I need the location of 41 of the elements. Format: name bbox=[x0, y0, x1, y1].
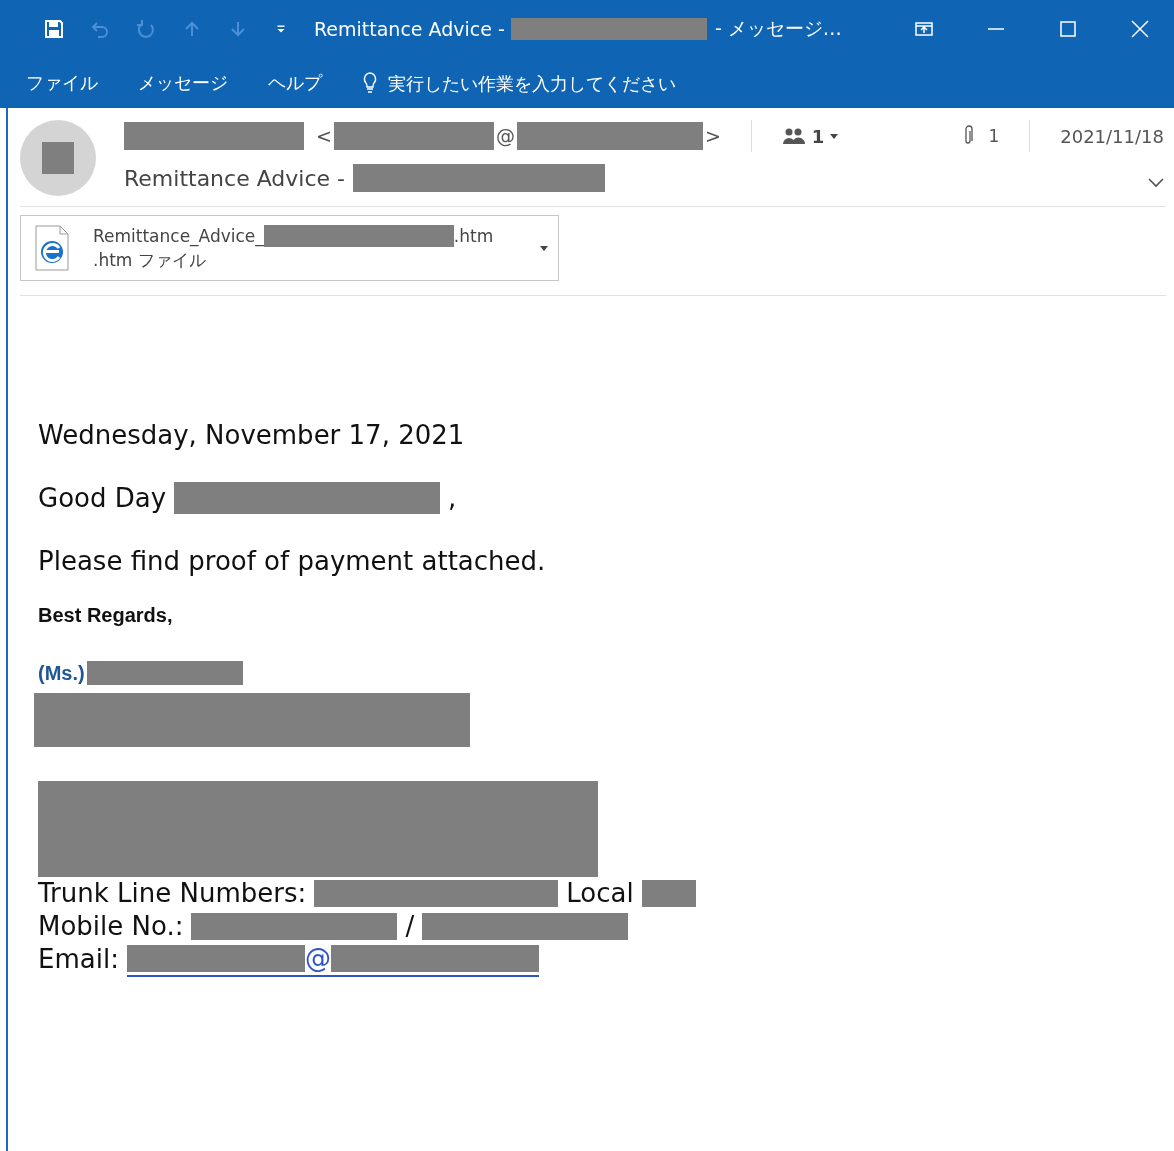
attachment-extension: .htm bbox=[453, 225, 494, 246]
lightbulb-icon bbox=[362, 72, 378, 94]
html-file-icon bbox=[35, 225, 69, 271]
local-label: Local bbox=[566, 877, 634, 910]
closing-text: Best Regards, bbox=[38, 604, 174, 627]
caret-icon bbox=[830, 133, 839, 139]
attachment-card[interactable]: Remittance_Advice_ .htm .htm ファイル bbox=[20, 215, 559, 281]
chevron-down-icon[interactable] bbox=[1148, 178, 1164, 188]
sender-at: @ bbox=[495, 125, 515, 147]
slash-text: / bbox=[405, 910, 415, 943]
greeting-comma: , bbox=[448, 483, 457, 513]
attachment-count: 1 bbox=[988, 126, 1000, 146]
maximize-icon[interactable] bbox=[1058, 19, 1078, 39]
message-text: Please find proof of payment attached. bbox=[38, 546, 547, 576]
trunk-label: Trunk Line Numbers: bbox=[38, 877, 307, 910]
save-icon[interactable] bbox=[44, 19, 64, 39]
close-icon[interactable] bbox=[1130, 19, 1150, 39]
title-text: (Ms.) bbox=[38, 661, 85, 685]
people-button[interactable]: 1 bbox=[781, 125, 839, 147]
people-icon bbox=[781, 127, 806, 145]
window-title: Remittance Advice - bbox=[314, 18, 505, 40]
mobile-label: Mobile No.: bbox=[38, 910, 184, 943]
letter-date: Wednesday, November 17, 2021 bbox=[38, 420, 466, 450]
attachment-type: .htm ファイル bbox=[93, 248, 207, 272]
ribbon-display-icon[interactable] bbox=[914, 19, 934, 39]
email-link[interactable]: @ bbox=[126, 942, 539, 977]
menu-item[interactable]: メッセージ bbox=[138, 71, 228, 95]
menu-item[interactable]: ファイル bbox=[26, 71, 98, 95]
sender-bracket: < bbox=[316, 125, 332, 147]
attachment-name: Remittance_Advice_ bbox=[93, 225, 264, 246]
menu-item[interactable]: ヘルプ bbox=[268, 71, 322, 95]
date-text: 2021/11/18 bbox=[1060, 125, 1164, 147]
redaction-bar bbox=[641, 880, 696, 907]
paperclip-icon bbox=[962, 125, 975, 147]
sender-bracket: > bbox=[704, 125, 721, 147]
caret-icon[interactable] bbox=[540, 245, 548, 251]
email-label: Email: bbox=[38, 943, 119, 976]
subject-text: Remittance Advice - bbox=[124, 165, 345, 191]
window-title-suffix: - メッセージ… bbox=[714, 16, 842, 41]
tell-me-field[interactable]: 実行したい作業を入力してください bbox=[362, 71, 690, 95]
greeting-text: Good Day bbox=[38, 483, 167, 513]
